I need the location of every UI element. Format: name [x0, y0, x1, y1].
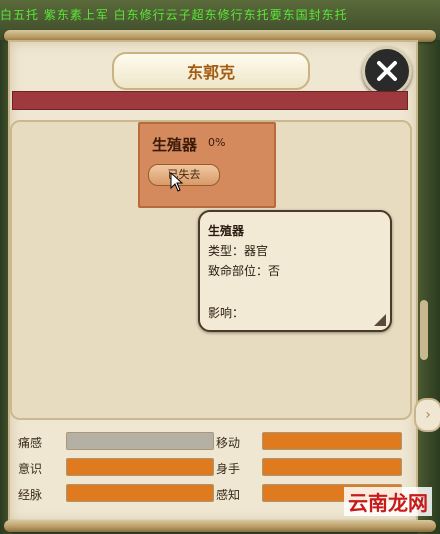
stat-label-pain: 痛感 — [18, 436, 43, 450]
organ-tooltip: 生殖器 类型：器官 致命部位：否 影响： — [198, 210, 392, 332]
site-watermark: 云南龙网 — [344, 487, 432, 516]
stat-fill — [67, 459, 213, 475]
tooltip-title: 生殖器 — [208, 224, 245, 238]
organ-name: 生殖器 — [152, 136, 198, 154]
tooltip-resize-icon — [374, 314, 386, 326]
stat-fill — [67, 485, 213, 501]
scene-ticker-text: 白五托 紫东素上军 白东修行云子超东修行东托要东国封东托 — [0, 8, 348, 22]
organ-status-button[interactable]: 已失去 — [148, 164, 220, 186]
organ-percent: 0% — [208, 136, 226, 149]
stat-label-move: 移动 — [216, 436, 241, 450]
close-button[interactable] — [362, 46, 412, 96]
tooltip-type: 类型：器官 — [208, 244, 269, 258]
stat-label-perception: 感知 — [216, 488, 241, 502]
stat-label-meridian: 经脉 — [18, 488, 43, 502]
panel-title: 东郭克 — [112, 52, 310, 90]
scene-right-edge — [418, 40, 440, 534]
character-name: 东郭克 — [186, 63, 235, 82]
stat-bar-move — [262, 432, 402, 450]
stat-bar-consciousness — [66, 458, 214, 476]
tooltip-effect: 影响： — [208, 306, 245, 320]
chevron-right-icon[interactable]: › — [414, 398, 440, 432]
organ-card-genital[interactable]: 生殖器 0% 已失去 — [138, 122, 276, 208]
stat-bar-agility — [262, 458, 402, 476]
stat-label-consciousness: 意识 — [18, 462, 43, 476]
mouse-cursor-icon — [170, 172, 184, 192]
tooltip-fatal: 致命部位：否 — [208, 264, 281, 278]
close-icon — [377, 61, 397, 81]
status-bar — [12, 91, 408, 110]
stat-fill — [263, 433, 401, 449]
stat-bar-meridian — [66, 484, 214, 502]
stat-fill — [67, 433, 213, 449]
stat-bar-pain — [66, 432, 214, 450]
scrollbar-handle[interactable] — [420, 300, 428, 360]
stat-label-agility: 身手 — [216, 462, 241, 476]
scroll-rod-bottom — [4, 520, 436, 532]
stat-fill — [263, 459, 401, 475]
